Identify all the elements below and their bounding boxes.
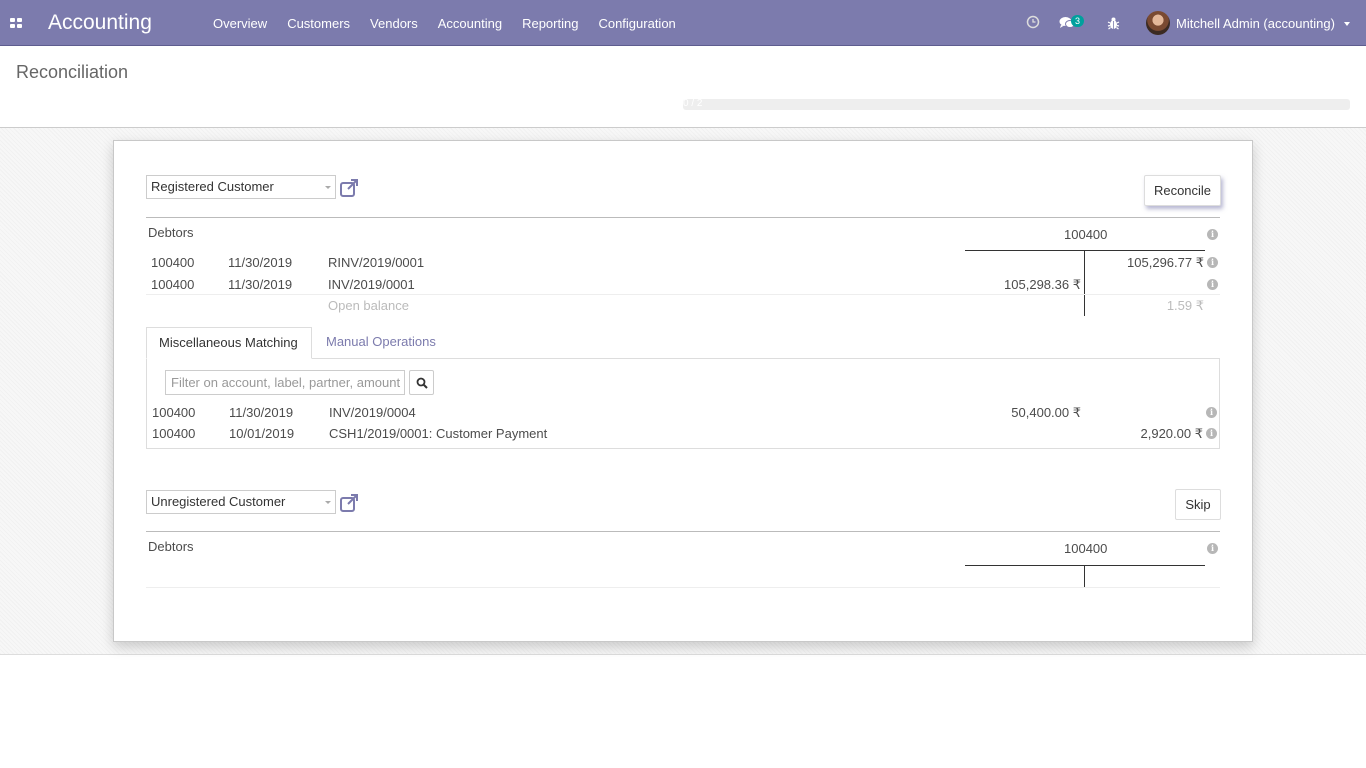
tab-miscellaneous-matching[interactable]: Miscellaneous Matching	[146, 327, 312, 359]
t-account-top-line	[965, 565, 1205, 566]
match-row-account: 100400	[152, 426, 196, 441]
search-button[interactable]	[409, 370, 434, 395]
partner-select-value: Unregistered Customer	[151, 494, 286, 509]
main-menu: Overview Customers Vendors Accounting Re…	[203, 0, 686, 46]
apps-grid-icon[interactable]	[10, 18, 22, 29]
account-label-debtors[interactable]: Debtors	[148, 539, 194, 554]
menu-accounting[interactable]: Accounting	[428, 0, 512, 46]
chevron-down-icon	[325, 501, 331, 504]
user-menu-name[interactable]: Mitchell Admin (accounting)	[1176, 16, 1335, 31]
chevron-down-icon[interactable]	[1344, 22, 1350, 26]
menu-customers[interactable]: Customers	[277, 0, 360, 46]
progress-text: 0 / 2	[683, 98, 703, 109]
row-label[interactable]: INV/2019/0001	[328, 277, 415, 292]
row-label[interactable]: RINV/2019/0001	[328, 255, 424, 270]
account-label-debtors[interactable]: Debtors	[148, 225, 194, 240]
reconciliation-workarea: Registered Customer Reconcile Debtors 10…	[0, 128, 1366, 655]
open-balance-label: Open balance	[328, 298, 409, 313]
app-brand[interactable]: Accounting	[48, 11, 152, 35]
search-icon	[416, 377, 428, 389]
reconciliation-sheet: Registered Customer Reconcile Debtors 10…	[113, 140, 1253, 642]
account-code-header: 100400	[1064, 227, 1108, 242]
menu-reporting[interactable]: Reporting	[512, 0, 588, 46]
divider	[146, 217, 1220, 218]
row-credit: 105,296.77 ₹	[1127, 255, 1204, 270]
info-icon[interactable]: i	[1207, 229, 1218, 240]
partner-select-registered[interactable]: Registered Customer	[146, 175, 336, 199]
t-account-center-line	[1084, 565, 1085, 587]
clock-icon[interactable]	[1026, 15, 1040, 29]
menu-configuration[interactable]: Configuration	[588, 0, 685, 46]
user-avatar[interactable]	[1146, 11, 1170, 35]
partner-select-value: Registered Customer	[151, 179, 274, 194]
match-row-account: 100400	[152, 405, 196, 420]
messages-count-badge: 3	[1071, 15, 1085, 27]
partner-select-unregistered[interactable]: Unregistered Customer	[146, 490, 336, 514]
match-row-date: 11/30/2019	[229, 405, 294, 420]
t-account-center-line	[1084, 250, 1085, 316]
menu-vendors[interactable]: Vendors	[360, 0, 428, 46]
divider	[146, 531, 1220, 532]
reconciliation-progress-bar	[683, 99, 1350, 110]
menu-overview[interactable]: Overview	[203, 0, 277, 46]
row-divider	[146, 587, 1220, 588]
page-title: Reconciliation	[16, 62, 129, 82]
row-account: 100400	[151, 277, 195, 292]
row-date: 11/30/2019	[228, 277, 293, 292]
info-icon[interactable]: i	[1207, 257, 1218, 268]
external-link-icon[interactable]	[339, 493, 359, 513]
reconcile-button[interactable]: Reconcile	[1144, 175, 1221, 206]
info-icon[interactable]: i	[1206, 428, 1217, 439]
row-account: 100400	[151, 255, 195, 270]
info-icon[interactable]: i	[1207, 543, 1218, 554]
match-row-date: 10/01/2019	[229, 426, 295, 441]
skip-button[interactable]: Skip	[1175, 489, 1221, 520]
row-date: 11/30/2019	[228, 255, 293, 270]
match-row-label[interactable]: CSH1/2019/0001: Customer Payment	[329, 426, 547, 441]
top-navbar: Accounting Overview Customers Vendors Ac…	[0, 0, 1366, 46]
filter-input[interactable]: Filter on account, label, partner, amoun…	[165, 370, 405, 395]
tab-manual-operations[interactable]: Manual Operations	[326, 327, 436, 357]
row-debit: 105,298.36 ₹	[1004, 277, 1081, 292]
account-code-header: 100400	[1064, 541, 1108, 556]
info-icon[interactable]: i	[1207, 279, 1218, 290]
info-icon[interactable]: i	[1206, 407, 1217, 418]
match-row-debit[interactable]: 50,400.00 ₹	[964, 405, 1081, 421]
row-divider	[146, 294, 1220, 295]
control-panel: Reconciliation 0 / 2	[0, 46, 1366, 128]
chevron-down-icon	[325, 186, 331, 189]
external-link-icon[interactable]	[339, 178, 359, 198]
t-account-top-line	[965, 250, 1205, 251]
bug-icon[interactable]	[1107, 16, 1120, 30]
match-row-label[interactable]: INV/2019/0004	[329, 405, 416, 420]
open-balance-value: 1.59 ₹	[1166, 298, 1204, 313]
match-row-credit[interactable]: 2,920.00 ₹	[1090, 426, 1204, 442]
